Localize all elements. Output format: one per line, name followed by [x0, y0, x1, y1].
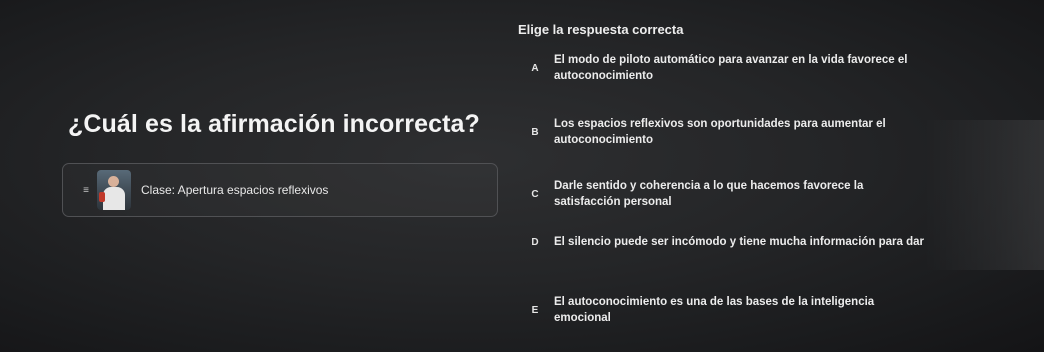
question-title: ¿Cuál es la afirmación incorrecta? [68, 110, 480, 138]
option-text: El modo de piloto automático para avanza… [554, 54, 908, 82]
class-card[interactable]: ≡ Clase: Apertura espacios reflexivos [62, 163, 498, 217]
option-text: El silencio puede ser incómodo y tiene m… [554, 236, 925, 248]
drag-handle-icon[interactable]: ≡ [79, 185, 93, 196]
option-letter: B [531, 126, 539, 138]
option-text: Los espacios reflexivos son oportunidade… [554, 118, 886, 146]
option-c[interactable]: C Darle sentido y coherencia a lo que ha… [520, 178, 940, 210]
thumbnail-head [108, 176, 119, 187]
instructor-thumbnail [97, 170, 131, 210]
class-label: Clase: Apertura espacios reflexivos [141, 183, 329, 197]
option-text: El autoconocimiento es una de las bases … [554, 296, 875, 324]
option-letter: D [531, 236, 539, 248]
screen-glare [924, 120, 1044, 270]
option-text: Darle sentido y coherencia a lo que hace… [554, 180, 864, 208]
option-letter: C [531, 188, 539, 200]
thumbnail-accent [99, 192, 105, 202]
option-letter: E [531, 304, 539, 316]
option-b[interactable]: B Los espacios reflexivos son oportunida… [520, 116, 940, 148]
option-e[interactable]: E El autoconocimiento es una de las base… [520, 294, 940, 326]
thumbnail-body [103, 187, 125, 210]
option-a[interactable]: A El modo de piloto automático para avan… [520, 52, 940, 84]
prompt-header: Elige la respuesta correcta [518, 22, 684, 37]
option-letter: A [531, 62, 539, 74]
option-d[interactable]: D El silencio puede ser incómodo y tiene… [520, 234, 940, 250]
